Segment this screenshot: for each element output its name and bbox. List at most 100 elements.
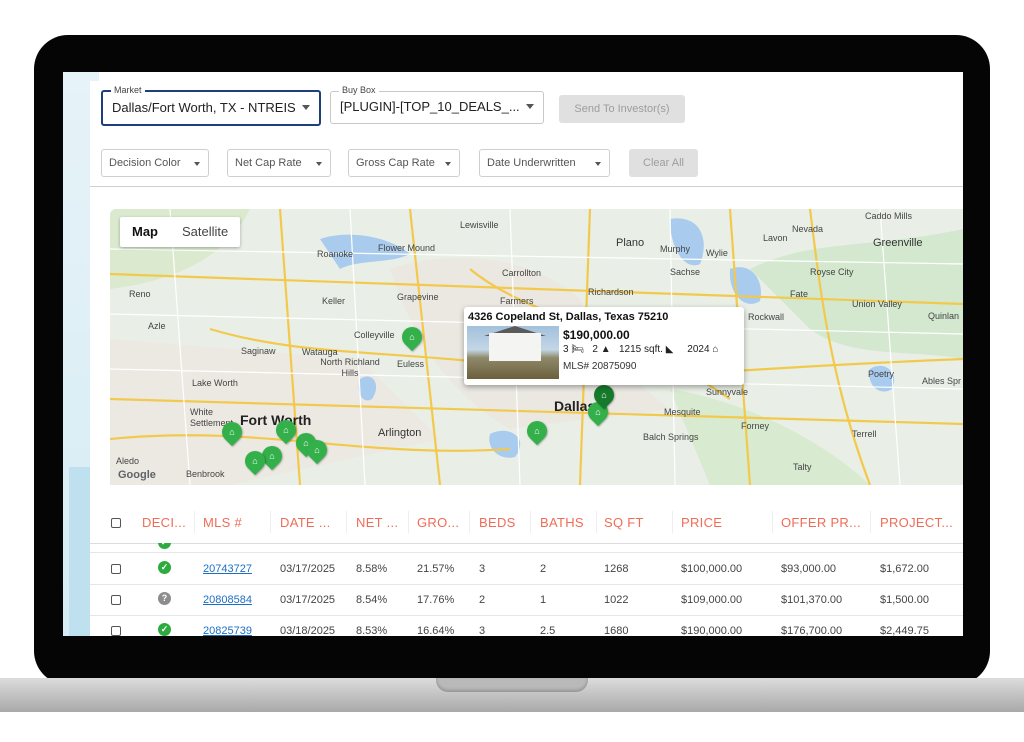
map-label: Farmers	[500, 296, 534, 306]
decision-approved-icon: ✓	[158, 561, 171, 574]
map-label: Sunnyvale	[706, 387, 749, 397]
col-projected[interactable]: PROJECT...	[880, 515, 953, 530]
table-row[interactable]: ✓ 20825739 03/18/2025 8.53% 16.64% 3 2.5…	[90, 615, 963, 636]
table-row[interactable]: ? 20808584 03/17/2025 8.54% 17.76% 2 1 1…	[90, 584, 963, 616]
map-label: Quinlan	[928, 311, 960, 321]
bed-icon: 🛏	[571, 344, 585, 355]
mls-link[interactable]: 20825739	[203, 625, 252, 636]
offer-cell: $93,000.00	[781, 563, 837, 575]
map-label: Euless	[397, 359, 425, 369]
filter-net-cap-rate[interactable]: Net Cap Rate	[227, 149, 331, 177]
map-label: Wylie	[706, 248, 728, 258]
map-label: Azle	[148, 321, 166, 331]
map-view[interactable]: Map Satellite Lewisville Flower Mound Ro…	[110, 209, 963, 485]
satellite-button[interactable]: Satellite	[170, 217, 240, 247]
map-label: Poetry	[868, 369, 895, 379]
map-label: Terrell	[852, 429, 877, 439]
filter-label: Decision Color	[109, 157, 181, 169]
row-checkbox[interactable]	[111, 595, 121, 605]
chevron-down-icon[interactable]	[526, 104, 534, 109]
property-info-popup[interactable]: 4326 Copeland St, Dallas, Texas 75210 $1…	[464, 307, 744, 385]
decision-unknown-icon: ?	[158, 592, 171, 605]
col-date[interactable]: DATE ...	[280, 515, 331, 530]
col-mls[interactable]: MLS #	[203, 515, 242, 530]
laptop-notch	[436, 678, 588, 692]
sqft-cell: 1268	[604, 563, 629, 575]
app-panel: Market Dallas/Fort Worth, TX - NTREIS Bu…	[90, 81, 963, 636]
map-label: Roanoke	[317, 249, 354, 259]
mls-link[interactable]: 20808584	[203, 594, 252, 606]
map-label: Sachse	[670, 267, 701, 277]
col-net[interactable]: NET ...	[356, 515, 398, 530]
buybox-select[interactable]: Buy Box [PLUGIN]-[TOP_10_DEALS_...	[330, 85, 544, 124]
col-offer-price[interactable]: OFFER PR...	[781, 515, 861, 530]
table-row: ✓	[90, 543, 963, 553]
home-icon: ⌂	[314, 445, 320, 455]
col-beds[interactable]: BEDS	[479, 515, 516, 530]
col-gross[interactable]: GRO...	[417, 515, 459, 530]
map-label: Colleyville	[354, 330, 395, 340]
sqft-cell: 1680	[604, 625, 629, 636]
map-label: Grapevine	[397, 292, 439, 302]
home-icon: ⌂	[534, 426, 540, 436]
google-logo: Google	[118, 469, 156, 481]
map-button[interactable]: Map	[120, 217, 170, 247]
gross-cell: 21.57%	[417, 563, 455, 575]
project-cell: $1,672.00	[880, 563, 929, 575]
map-label: Lavon	[763, 233, 788, 243]
baths-cell: 2	[540, 563, 547, 575]
map-label: Nevada	[792, 224, 824, 234]
home-icon: ⌂	[595, 407, 601, 417]
offer-cell: $101,370.00	[781, 594, 843, 606]
map-label: Plano	[616, 237, 645, 249]
map-label: Benbrook	[186, 469, 225, 479]
toolbar-divider	[90, 186, 963, 187]
clear-all-button[interactable]: Clear All	[629, 149, 698, 177]
market-select[interactable]: Market Dallas/Fort Worth, TX - NTREIS	[101, 85, 321, 126]
popup-address: 4326 Copeland St, Dallas, Texas 75210	[468, 311, 669, 323]
send-to-investors-button[interactable]: Send To Investor(s)	[559, 95, 685, 123]
gross-cell: 17.76%	[417, 594, 455, 606]
baths-value: 2	[592, 344, 598, 355]
map-label: Rockwall	[748, 312, 785, 322]
map-type-toggle: Map Satellite	[120, 217, 241, 247]
map-label: Carrollton	[502, 268, 542, 278]
map-label: Forney	[741, 421, 770, 431]
col-price[interactable]: PRICE	[681, 515, 722, 530]
net-cell: 8.54%	[356, 594, 388, 606]
row-checkbox[interactable]	[111, 564, 121, 574]
net-cell: 8.58%	[356, 563, 388, 575]
filter-decision-color[interactable]: Decision Color	[101, 149, 209, 177]
chevron-down-icon	[194, 162, 200, 166]
mls-link[interactable]: 20743727	[203, 563, 252, 575]
bath-icon: ▲	[600, 344, 611, 355]
filter-label: Date Underwritten	[487, 157, 576, 169]
year-value: 2024	[687, 344, 710, 355]
map-label: Watauga	[302, 347, 338, 357]
table-row[interactable]: ✓ 20743727 03/17/2025 8.58% 21.57% 3 2 1…	[90, 553, 963, 585]
project-cell: $1,500.00	[880, 594, 929, 606]
filter-gross-cap-rate[interactable]: Gross Cap Rate	[348, 149, 460, 177]
market-label: Market	[111, 85, 145, 95]
col-sqft[interactable]: SQ FT	[604, 515, 644, 530]
filter-date-underwritten[interactable]: Date Underwritten	[479, 149, 610, 177]
home-icon: ⌂	[712, 344, 719, 355]
beds-value: 3	[563, 344, 569, 355]
chevron-down-icon	[595, 162, 601, 166]
col-decision[interactable]: DECI...	[142, 515, 186, 530]
home-icon: ⌂	[269, 451, 275, 461]
property-photo	[467, 326, 559, 379]
select-all-checkbox[interactable]	[111, 518, 121, 528]
laptop-screen: Market Dallas/Fort Worth, TX - NTREIS Bu…	[63, 72, 963, 636]
col-baths[interactable]: BATHS	[540, 515, 584, 530]
map-label: Royse City	[810, 267, 854, 277]
home-icon: ⌂	[409, 332, 415, 342]
home-icon: ⌂	[601, 390, 607, 400]
home-icon: ⌂	[252, 456, 258, 466]
map-label: Murphy	[660, 244, 691, 254]
date-cell: 03/17/2025	[280, 563, 336, 575]
gross-cell: 16.64%	[417, 625, 455, 636]
map-label: Lake Worth	[192, 378, 238, 388]
row-checkbox[interactable]	[111, 626, 121, 636]
baths-cell: 2.5	[540, 625, 556, 636]
